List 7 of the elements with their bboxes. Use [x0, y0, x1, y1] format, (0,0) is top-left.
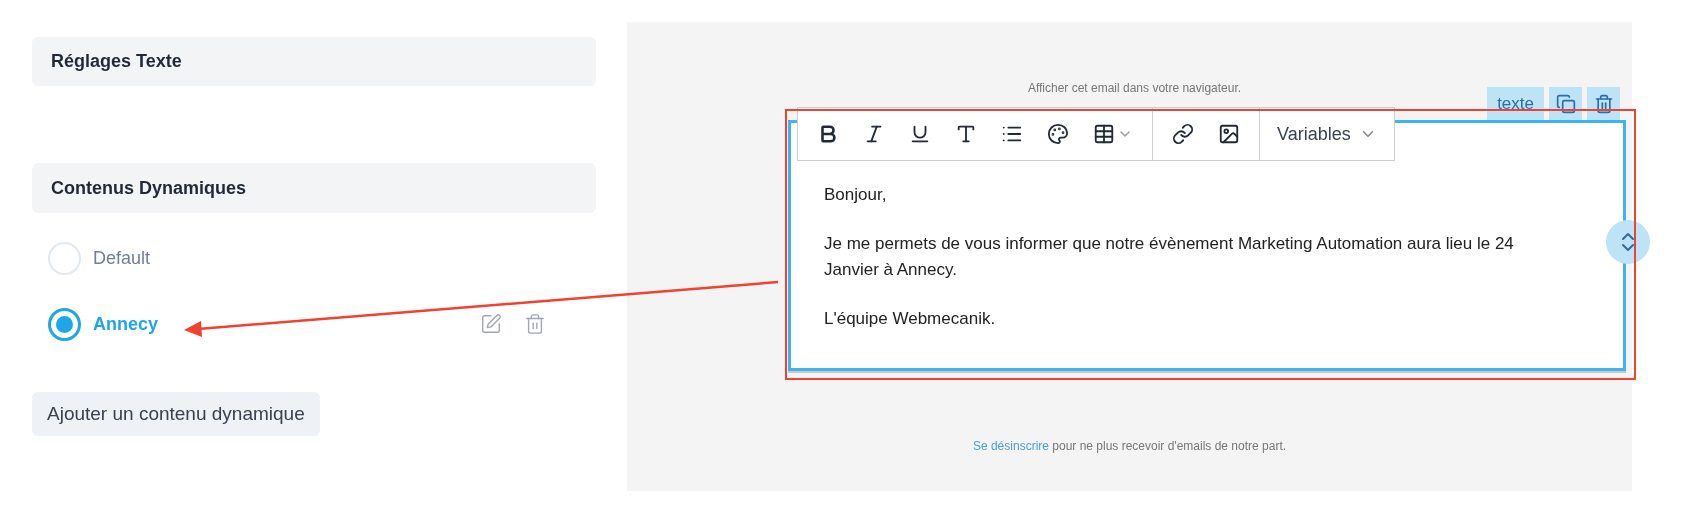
email-paragraph: Bonjour,	[824, 184, 888, 206]
email-paragraph: L'équipe Webmecanik.	[824, 308, 997, 330]
section-header: Contenus Dynamiques	[32, 163, 596, 213]
block-tag: texte	[1487, 87, 1544, 120]
footer-text: Se désinscrire pour ne plus recevoir d'emails de notre part.	[972, 438, 1287, 455]
section-header: Réglages Texte	[32, 37, 596, 86]
email-paragraph: Je me permets de vous informer que notre évènement Marketing Automation aura lieu le 24 Janvier à Annecy.	[824, 233, 1515, 281]
